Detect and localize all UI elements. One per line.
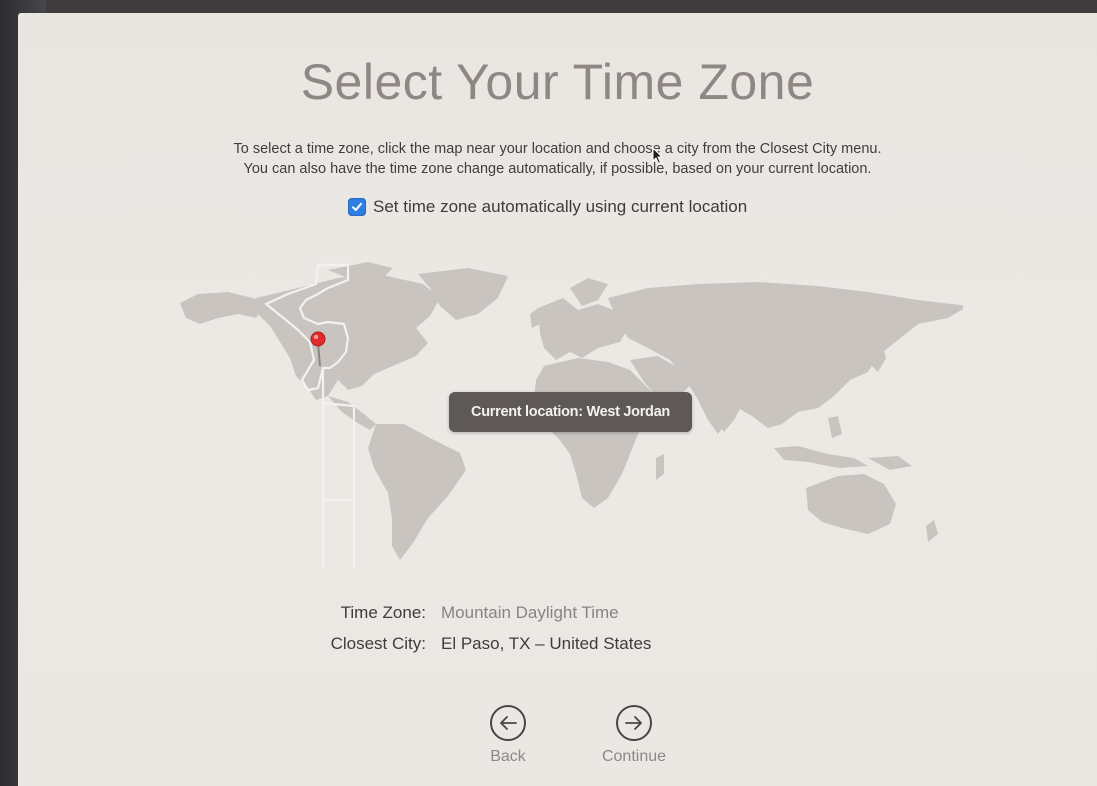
setup-assistant-window: Select Your Time Zone To select a time z… [18, 13, 1097, 786]
continue-button[interactable]: Continue [589, 705, 679, 766]
auto-timezone-option[interactable]: Set time zone automatically using curren… [348, 197, 747, 217]
map-central-america [328, 396, 376, 430]
instructions-line-1: To select a time zone, click the map nea… [233, 141, 882, 157]
arrow-right-circle-icon[interactable] [616, 705, 652, 741]
closest-city-value[interactable]: El Paso, TX – United States [441, 634, 651, 654]
mouse-cursor-icon [652, 146, 664, 170]
map-new-zealand [926, 520, 938, 542]
map-new-guinea [868, 456, 912, 470]
current-location-tooltip: Current location: West Jordan [449, 392, 692, 432]
map-north-america [248, 274, 440, 400]
page-title: Select Your Time Zone [300, 54, 815, 110]
arrow-left-circle-icon[interactable] [490, 705, 526, 741]
map-scandinavia [570, 278, 608, 306]
map-south-america [368, 424, 466, 560]
map-africa [534, 358, 660, 508]
continue-label[interactable]: Continue [589, 748, 679, 766]
closest-city-label: Closest City: [330, 634, 426, 653]
auto-timezone-checkbox[interactable] [348, 198, 366, 216]
checkmark-icon [352, 202, 362, 211]
timezone-label: Time Zone: [340, 603, 426, 622]
map-indonesia [774, 446, 868, 468]
map-madagascar [656, 454, 664, 480]
map-philippines [828, 416, 842, 438]
back-button[interactable]: Back [463, 705, 553, 766]
map-australia [806, 474, 896, 534]
timezone-value[interactable]: Mountain Daylight Time [441, 603, 619, 623]
timezone-row: Time Zone: Mountain Daylight Time [18, 603, 1097, 625]
back-label[interactable]: Back [463, 748, 553, 766]
instructions: To select a time zone, click the map nea… [18, 139, 1097, 179]
map-alaska [180, 292, 263, 324]
instructions-line-2: You can also have the time zone change a… [243, 161, 872, 177]
auto-timezone-label[interactable]: Set time zone automatically using curren… [373, 197, 747, 217]
closest-city-row: Closest City: El Paso, TX – United State… [18, 634, 1097, 656]
